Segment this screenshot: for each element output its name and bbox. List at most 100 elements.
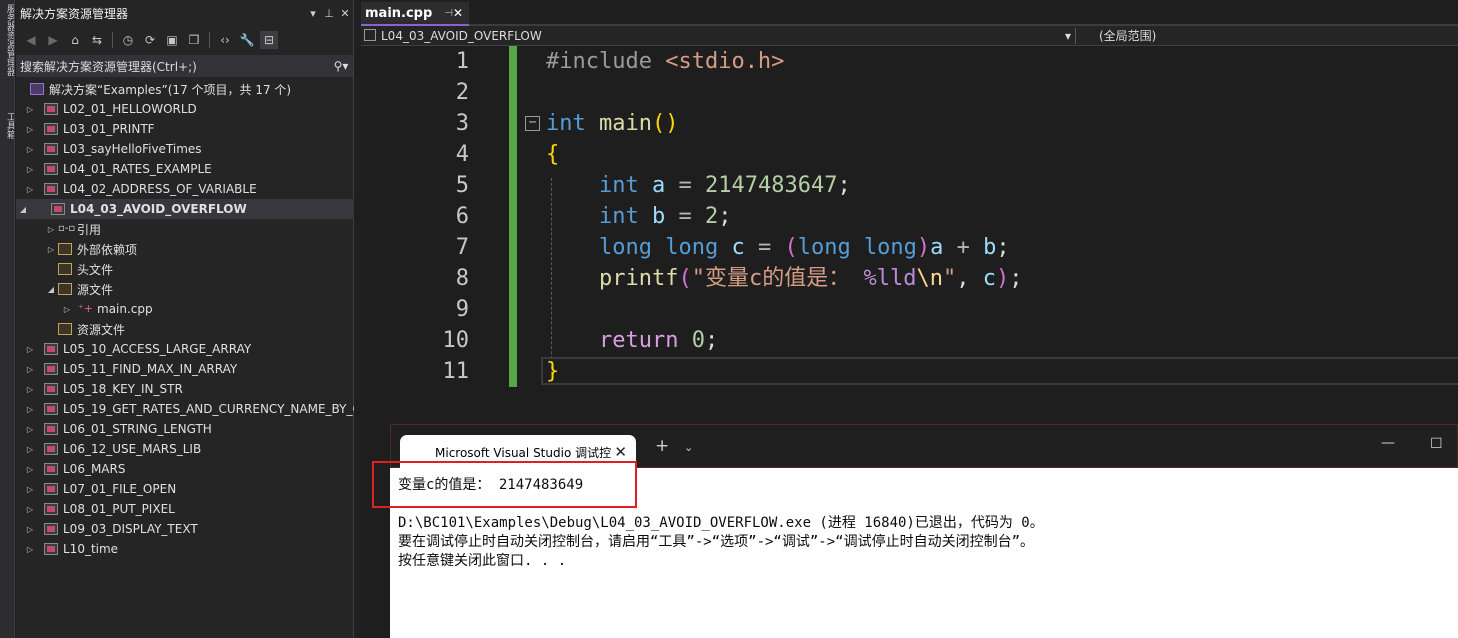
collapsed-arrow-icon[interactable]: ▷: [23, 345, 37, 354]
collapsed-arrow-icon[interactable]: ▷: [23, 545, 37, 554]
tree-project[interactable]: ▷ L07_01_FILE_OPEN: [16, 479, 354, 499]
console-hint-line: 要在调试停止时自动关闭控制台，请启用“工具”->“选项”->“调试”->“调试停…: [398, 534, 1034, 550]
close-icon[interactable]: ✕: [453, 6, 463, 20]
minimize-icon[interactable]: —: [1381, 435, 1395, 451]
tree-project-selected[interactable]: ◢ L04_03_AVOID_OVERFLOW: [16, 199, 354, 219]
tree-node-main-cpp[interactable]: ▷ ⁺+ main.cpp: [16, 299, 354, 319]
left-tool-strip: 服务器资源管理器 工具箱: [0, 0, 15, 638]
tree-project[interactable]: ▷ L05_19_GET_RATES_AND_CURRENCY_NAME_BY_C: [16, 399, 354, 419]
tree-project[interactable]: ▷ L06_12_USE_MARS_LIB: [16, 439, 354, 459]
project-icon: [44, 483, 58, 495]
tree-project[interactable]: ▷ L06_MARS: [16, 459, 354, 479]
tab-main-cpp[interactable]: main.cpp ⊣ ✕: [361, 2, 469, 26]
tree-node-external-deps[interactable]: ▷ 外部依赖项: [16, 239, 354, 259]
collapsed-arrow-icon[interactable]: ▷: [23, 445, 37, 454]
project-label: L04_03_AVOID_OVERFLOW: [70, 202, 247, 216]
collapsed-arrow-icon[interactable]: ▷: [23, 365, 37, 374]
tree-project[interactable]: ▷ L10_time: [16, 539, 354, 559]
string-literal: ": [942, 266, 957, 291]
code-editor[interactable]: 1 2 3 4 5 6 7 8 9 10 11 − #include <stdio.h> int m…: [361, 46, 1458, 431]
collapsed-arrow-icon[interactable]: ▷: [23, 405, 37, 414]
type-keyword: long long: [598, 235, 719, 260]
collapsed-arrow-icon[interactable]: ▷: [44, 245, 58, 254]
tree-project[interactable]: ▷ L05_18_KEY_IN_STR: [16, 379, 354, 399]
collapsed-arrow-icon[interactable]: ▷: [23, 465, 37, 474]
project-dropdown[interactable]: L04_03_AVOID_OVERFLOW ▾: [361, 28, 1076, 44]
expanded-arrow-icon[interactable]: ◢: [44, 285, 58, 294]
collapsed-arrow-icon[interactable]: ▷: [23, 145, 37, 154]
tree-project[interactable]: ▷ L04_01_RATES_EXAMPLE: [16, 159, 354, 179]
tree-project[interactable]: ▷ L03_01_PRINTF: [16, 119, 354, 139]
solution-search-box[interactable]: 搜索解决方案资源管理器(Ctrl+;) ⚲▾: [16, 55, 353, 77]
search-icon[interactable]: ⚲▾: [329, 59, 353, 73]
project-label: L04_02_ADDRESS_OF_VARIABLE: [63, 182, 257, 196]
type-keyword: int: [598, 173, 639, 198]
tree-project[interactable]: ▷ L09_03_DISPLAY_TEXT: [16, 519, 354, 539]
tree-node-sources[interactable]: ◢ 源文件: [16, 279, 354, 299]
panel-title: 解决方案资源管理器: [20, 6, 129, 21]
collapse-all-icon[interactable]: ▣: [163, 31, 181, 49]
tree-project[interactable]: ▷ L04_02_ADDRESS_OF_VARIABLE: [16, 179, 354, 199]
pending-changes-icon[interactable]: ◷: [119, 31, 137, 49]
pin-icon[interactable]: ⊥: [321, 7, 337, 20]
view-code-icon[interactable]: ‹›: [216, 31, 234, 49]
tree-project[interactable]: ▷ L05_11_FIND_MAX_IN_ARRAY: [16, 359, 354, 379]
switch-view-icon[interactable]: ⇆: [88, 31, 106, 49]
tree-project[interactable]: ▷ L05_10_ACCESS_LARGE_ARRAY: [16, 339, 354, 359]
tree-node-references[interactable]: ▷ ▫-▫ 引用: [16, 219, 354, 239]
red-highlight-box: [372, 461, 637, 508]
pin-icon[interactable]: ⊣: [444, 8, 453, 19]
collapsed-arrow-icon[interactable]: ▷: [23, 165, 37, 174]
collapsed-arrow-icon[interactable]: ▷: [23, 525, 37, 534]
tree-project[interactable]: ▷ L08_01_PUT_PIXEL: [16, 499, 354, 519]
search-input[interactable]: 搜索解决方案资源管理器(Ctrl+;): [20, 58, 329, 75]
forward-icon[interactable]: ▶: [44, 31, 62, 49]
collapsed-arrow-icon[interactable]: ▷: [23, 425, 37, 434]
project-icon: [44, 143, 58, 155]
collapsed-arrow-icon[interactable]: ▷: [23, 125, 37, 134]
main-cpp-label: main.cpp: [97, 302, 153, 316]
dropdown-icon[interactable]: ▾: [305, 7, 321, 20]
collapsed-arrow-icon[interactable]: ▷: [23, 105, 37, 114]
close-icon[interactable]: ✕: [614, 443, 627, 461]
tree-node-headers[interactable]: 头文件: [16, 259, 354, 279]
tree-project[interactable]: ▷ L02_01_HELLOWORLD: [16, 99, 354, 119]
line-number: 4: [455, 142, 469, 167]
toolbox-tab[interactable]: 工具箱: [1, 112, 14, 152]
show-all-files-icon[interactable]: ❐: [185, 31, 203, 49]
collapse-toggle-icon[interactable]: −: [525, 116, 540, 131]
sync-icon[interactable]: ⟳: [141, 31, 159, 49]
solution-node[interactable]: 解决方案“Examples”(17 个项目，共 17 个): [16, 79, 354, 99]
line-number: 11: [442, 359, 470, 384]
code-line-3: int main(): [546, 111, 679, 136]
expanded-arrow-icon[interactable]: ◢: [16, 205, 30, 214]
tree-project[interactable]: ▷ L03_sayHelloFiveTimes: [16, 139, 354, 159]
folder-icon: [58, 283, 72, 295]
chevron-down-icon[interactable]: ⌄: [684, 441, 693, 454]
tree-node-resources[interactable]: 资源文件: [16, 319, 354, 339]
collapsed-arrow-icon[interactable]: ▷: [23, 385, 37, 394]
scope-dropdown[interactable]: (全局范围): [1081, 28, 1458, 44]
collapsed-arrow-icon[interactable]: ▷: [23, 485, 37, 494]
maximize-icon[interactable]: ☐: [1430, 436, 1443, 452]
new-tab-icon[interactable]: +: [655, 436, 669, 456]
operator: =: [678, 173, 692, 198]
collapsed-arrow-icon[interactable]: ▷: [23, 185, 37, 194]
server-explorer-tab[interactable]: 服务器资源管理器: [1, 4, 14, 96]
references-label: 引用: [77, 222, 102, 237]
code-line-6: int b = 2;: [546, 201, 732, 232]
project-label: L10_time: [63, 542, 119, 556]
collapsed-arrow-icon[interactable]: ▷: [23, 505, 37, 514]
tree-project[interactable]: ▷ L06_01_STRING_LENGTH: [16, 419, 354, 439]
back-icon[interactable]: ◀: [22, 31, 40, 49]
collapsed-arrow-icon[interactable]: ▷: [44, 225, 58, 234]
preview-selected-icon[interactable]: ⊟: [260, 31, 278, 49]
project-icon: [44, 363, 58, 375]
close-icon[interactable]: ✕: [337, 7, 353, 20]
collapsed-arrow-icon[interactable]: ▷: [60, 305, 74, 314]
project-label: L09_03_DISPLAY_TEXT: [63, 522, 198, 536]
properties-wrench-icon[interactable]: 🔧: [238, 31, 256, 49]
project-label: L06_12_USE_MARS_LIB: [63, 442, 202, 456]
home-icon[interactable]: ⌂: [66, 31, 84, 49]
semicolon: ;: [718, 204, 732, 229]
